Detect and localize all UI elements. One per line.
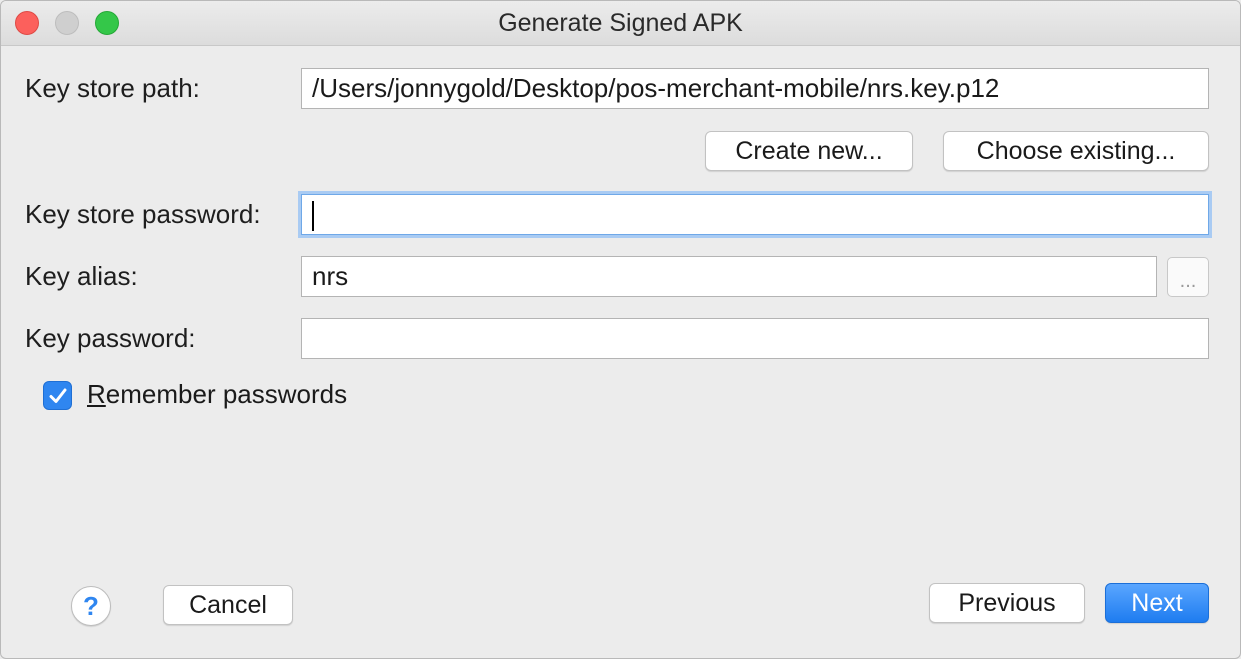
key-store-path-label: Key store path: bbox=[25, 73, 200, 103]
window-title: Generate Signed APK bbox=[498, 9, 743, 37]
previous-button[interactable]: Previous bbox=[929, 583, 1085, 623]
choose-existing-button[interactable]: Choose existing... bbox=[943, 131, 1209, 171]
key-store-path-field[interactable]: /Users/jonnygold/Desktop/pos-merchant-mo… bbox=[301, 68, 1209, 109]
create-new-button[interactable]: Create new... bbox=[705, 131, 913, 171]
help-button[interactable]: ? bbox=[71, 586, 111, 626]
key-password-label: Key password: bbox=[25, 323, 196, 353]
key-alias-browse-button[interactable]: ... bbox=[1167, 257, 1209, 297]
remember-passwords-text: emember passwords bbox=[105, 379, 348, 409]
key-alias-field[interactable]: nrs bbox=[301, 256, 1157, 297]
generate-signed-apk-dialog: Generate Signed APK Key store path: /Use… bbox=[0, 0, 1241, 659]
remember-passwords-checkbox[interactable] bbox=[43, 381, 72, 410]
title-bar[interactable]: Generate Signed APK bbox=[1, 1, 1240, 46]
remember-passwords-label[interactable]: Remember passwords bbox=[87, 379, 347, 410]
checkmark-icon bbox=[49, 388, 67, 403]
key-store-password-field[interactable] bbox=[301, 194, 1209, 235]
next-button[interactable]: Next bbox=[1105, 583, 1209, 623]
key-password-field[interactable] bbox=[301, 318, 1209, 359]
remember-passwords-mnemonic: R bbox=[87, 379, 106, 409]
key-alias-label: Key alias: bbox=[25, 261, 138, 291]
key-store-password-label: Key store password: bbox=[25, 199, 261, 229]
cancel-button[interactable]: Cancel bbox=[163, 585, 293, 625]
text-caret bbox=[312, 201, 314, 232]
